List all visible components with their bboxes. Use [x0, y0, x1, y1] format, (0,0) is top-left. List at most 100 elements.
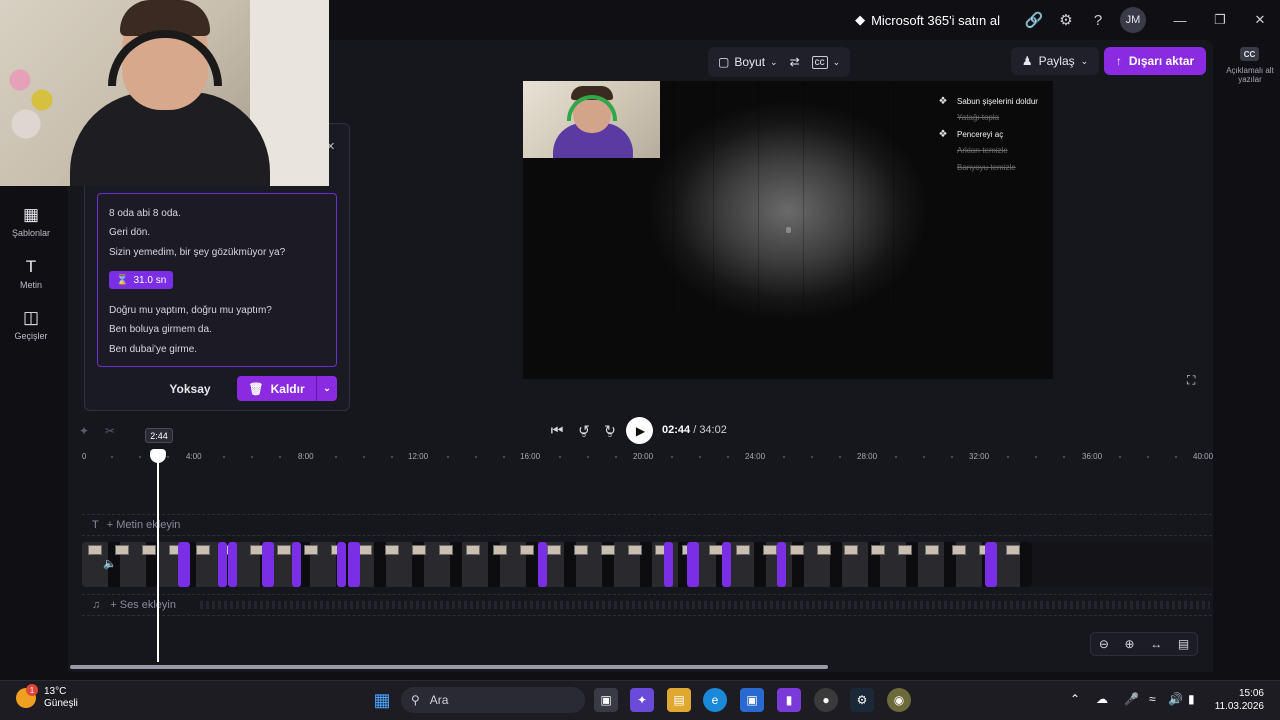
silence-marker[interactable]	[777, 542, 786, 587]
time-display: 02:44 / 34:02	[662, 424, 727, 436]
steam-icon[interactable]: ⚙	[850, 688, 874, 712]
right-rail	[1220, 40, 1280, 680]
volume-icon[interactable]: 🔈	[103, 557, 117, 570]
minimize-button[interactable]: —	[1160, 0, 1200, 40]
share-button[interactable]: ♟ Paylaş ⌄	[1011, 47, 1099, 75]
remove-button[interactable]: 🗑 Kaldır	[237, 376, 317, 401]
export-button[interactable]: ↑ Dışarı aktar	[1104, 47, 1206, 75]
silence-marker[interactable]	[538, 542, 547, 587]
people-icon: ♟	[1021, 54, 1033, 68]
obs-icon[interactable]: ●	[814, 688, 838, 712]
expand-timeline-icon[interactable]: ▤	[1178, 637, 1189, 651]
wifi-icon[interactable]: ≈	[1149, 692, 1156, 706]
preview-toolbar: ▢ Boyut ⌄ ⇄ cc ⌄	[708, 47, 851, 77]
task-item: ❖ Sabun şişelerini doldur	[936, 93, 1038, 110]
ignore-button[interactable]: Yoksay	[160, 377, 220, 401]
horizontal-scrollbar[interactable]	[70, 665, 828, 669]
ruler-minor-tick	[895, 456, 897, 458]
playhead-line[interactable]	[157, 452, 159, 662]
zoom-in-icon[interactable]: ⊕	[1125, 637, 1135, 651]
close-button[interactable]: ✕	[1240, 0, 1280, 40]
pause-badge[interactable]: ⌛ 31.0 sn	[109, 271, 174, 289]
battery-icon[interactable]: ▮	[1188, 692, 1195, 706]
ruler-minor-tick	[111, 456, 113, 458]
transitions-icon: ◫	[22, 308, 40, 327]
skip-to-start-button[interactable]: ⏮	[548, 420, 566, 440]
weather-widget[interactable]: 1 13°C Güneşli	[16, 684, 78, 710]
task-view-icon[interactable]: ▣	[594, 688, 618, 712]
frame-thumbnail	[709, 545, 723, 555]
clipchamp-icon[interactable]: ▮	[777, 688, 801, 712]
play-button[interactable]: ▶	[626, 417, 653, 444]
video-preview[interactable]: ❖ Sabun şişelerini doldur Yatağı topla ❖ P…	[523, 81, 1053, 379]
forward-5-button[interactable]: ↻ 5	[601, 420, 619, 440]
fullscreen-icon[interactable]: ⛶	[1187, 373, 1195, 388]
silence-marker[interactable]	[262, 542, 274, 587]
silence-marker[interactable]	[348, 542, 360, 587]
silence-marker[interactable]	[985, 542, 997, 587]
game-task-list: ❖ Sabun şişelerini doldur Yatağı topla ❖ P…	[936, 93, 1038, 176]
avatar[interactable]: JM	[1120, 7, 1146, 33]
game-app-icon[interactable]: ◉	[887, 688, 911, 712]
rail-item-text[interactable]: T Metin	[0, 257, 62, 290]
settings-gear-icon[interactable]: ⚙	[1050, 4, 1082, 36]
magic-icon[interactable]: ✦	[79, 424, 89, 438]
silence-marker[interactable]	[687, 542, 699, 587]
taskbar-search[interactable]: ⚲ Ara	[401, 687, 585, 713]
help-icon[interactable]: ?	[1082, 4, 1114, 36]
edge-icon[interactable]: e	[703, 688, 727, 712]
frame-thumbnail	[601, 545, 615, 555]
silence-marker[interactable]	[228, 542, 237, 587]
fit-width-icon[interactable]: ↔	[1150, 637, 1162, 651]
silence-marker[interactable]	[337, 542, 346, 587]
audio-waveform	[200, 601, 1210, 609]
text-track[interactable]: T + Metin ekleyin	[82, 514, 1212, 536]
zoom-out-icon[interactable]: ⊖	[1099, 637, 1109, 651]
ruler-minor-tick	[1119, 456, 1121, 458]
ruler-tick: 8:00	[298, 452, 314, 461]
silence-marker[interactable]	[178, 542, 190, 587]
taskbar-clock[interactable]: 15:06 11.03.2026	[1212, 687, 1264, 713]
copilot-icon[interactable]: ✦	[630, 688, 654, 712]
aspect-ratio-button[interactable]: ▢ Boyut ⌄	[718, 55, 778, 69]
tray-chevron-icon[interactable]: ⌃	[1070, 692, 1080, 706]
transcript-line: 8 oda abi 8 oda.	[109, 208, 181, 219]
split-scissors-icon[interactable]: ✂	[105, 424, 115, 438]
frame-thumbnail	[466, 545, 480, 555]
rail-item-transitions[interactable]: ◫ Geçişler	[0, 308, 62, 341]
maximize-button[interactable]: ❐	[1200, 0, 1240, 40]
translate-button[interactable]: ⇄	[790, 55, 800, 69]
captions-icon[interactable]: CC	[1240, 47, 1259, 61]
speaker-icon[interactable]: 🔊	[1168, 692, 1183, 706]
webcam-overlay	[0, 0, 329, 186]
buy-ms365-button[interactable]: ◆ Microsoft 365'i satın al	[855, 12, 1000, 28]
silence-marker[interactable]	[722, 542, 731, 587]
silence-marker[interactable]	[218, 542, 227, 587]
store-icon[interactable]: ▣	[740, 688, 764, 712]
translate-icon: ⇄	[789, 55, 800, 69]
ruler-minor-tick	[391, 456, 393, 458]
frame-thumbnail	[790, 545, 804, 555]
rewind-5-button[interactable]: ↺ 5	[575, 420, 593, 440]
silence-marker[interactable]	[292, 542, 301, 587]
captions-label[interactable]: Açıklamalı alt yazılar	[1226, 66, 1274, 84]
onedrive-icon[interactable]: ☁	[1096, 692, 1108, 706]
share-link-icon[interactable]: 🔗	[1018, 4, 1050, 36]
file-explorer-icon[interactable]: ▤	[667, 688, 691, 712]
remove-options-chevron-icon[interactable]: ⌄	[317, 383, 337, 394]
frame-thumbnail	[574, 545, 588, 555]
frame-thumbnail	[277, 545, 291, 555]
windows-start-icon[interactable]: ▦	[370, 688, 394, 712]
frame-thumbnail	[898, 545, 912, 555]
microphone-icon[interactable]: 🎤	[1124, 692, 1139, 706]
frame-thumbnail	[385, 545, 399, 555]
subtitles-button[interactable]: cc ⌄	[811, 55, 840, 69]
rail-item-templates[interactable]: ▦ Şablonlar	[0, 205, 62, 238]
silence-marker[interactable]	[664, 542, 673, 587]
ruler-minor-tick	[1147, 456, 1149, 458]
text-icon: T	[92, 519, 99, 531]
ruler-tick: 24:00	[745, 452, 766, 461]
frame-thumbnail	[1006, 545, 1020, 555]
search-icon: ⚲	[411, 693, 420, 707]
ruler-minor-tick	[363, 456, 365, 458]
